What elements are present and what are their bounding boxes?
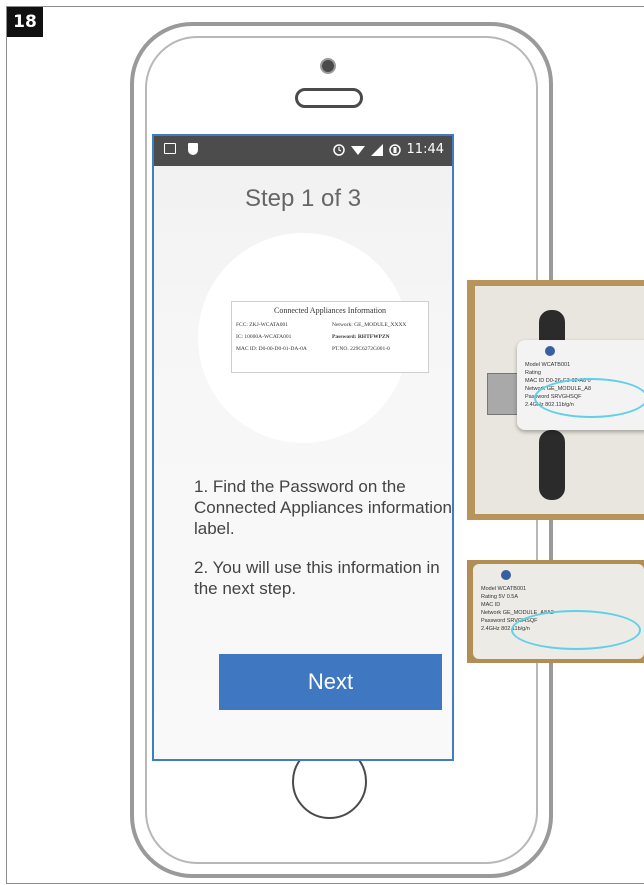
highlight-ellipse-top — [534, 378, 644, 418]
step-title: Step 1 of 3 — [244, 185, 362, 212]
phone-screen: 11:44 Step 1 of 3 Connected Appliances I… — [152, 134, 454, 761]
module-photo-bottom: Model WCATB001 Rating 5V 0.5A MAC ID Net… — [467, 560, 644, 663]
label-fcc: FCC: ZKJ-WCATA001 — [236, 322, 288, 328]
wifi-icon — [350, 145, 365, 155]
ge-logo-icon — [545, 346, 555, 356]
instruction-2: 2. You will use this information in the … — [194, 558, 440, 598]
ge-logo-icon — [501, 570, 511, 580]
photo2-row-0: Model WCATB001 — [481, 586, 527, 592]
box-slot-lower — [539, 430, 565, 500]
shield-icon — [188, 143, 198, 155]
highlight-ellipse-bottom — [511, 610, 641, 650]
camera-icon — [320, 58, 336, 74]
label-network: Network: GE_MODULE_XXXX — [332, 322, 407, 328]
module-photo-top: Model WCATB001 Rating MAC ID D0-26-C3-02… — [467, 280, 644, 520]
photo1-row-0: Model WCATB001 — [525, 362, 571, 368]
label-ptno: PT.NO. 229C6272G001-0 — [332, 346, 390, 352]
signal-icon — [370, 143, 383, 156]
photo2-row-2: MAC ID — [481, 602, 501, 608]
battery-icon — [388, 143, 401, 156]
picture-icon — [164, 143, 176, 154]
label-ic: IC: 10000A-WCATA001 — [236, 334, 292, 340]
label-password: Password: RHTFWPZN — [332, 334, 390, 340]
status-bar: 11:44 — [154, 136, 452, 166]
speaker-grille — [295, 88, 363, 108]
appliance-info-label: Connected Appliances Information FCC: ZK… — [231, 301, 429, 373]
instructions: 1. Find the Password on the Connected Ap… — [194, 476, 452, 617]
figure-number-badge: 18 — [7, 7, 43, 37]
photo1-row-1: Rating — [525, 370, 541, 376]
photo2-row-1: Rating 5V 0.5A — [481, 594, 519, 600]
label-mac: MAC ID: D0-00-D0-01-DA-0A — [236, 346, 307, 352]
status-time: 11:44 — [406, 142, 444, 157]
usb-connector — [487, 373, 519, 415]
instruction-1: 1. Find the Password on the Connected Ap… — [194, 477, 452, 538]
label-card-title: Connected Appliances Information — [274, 306, 386, 315]
alarm-icon — [332, 143, 345, 156]
next-button[interactable]: Next — [219, 654, 442, 710]
